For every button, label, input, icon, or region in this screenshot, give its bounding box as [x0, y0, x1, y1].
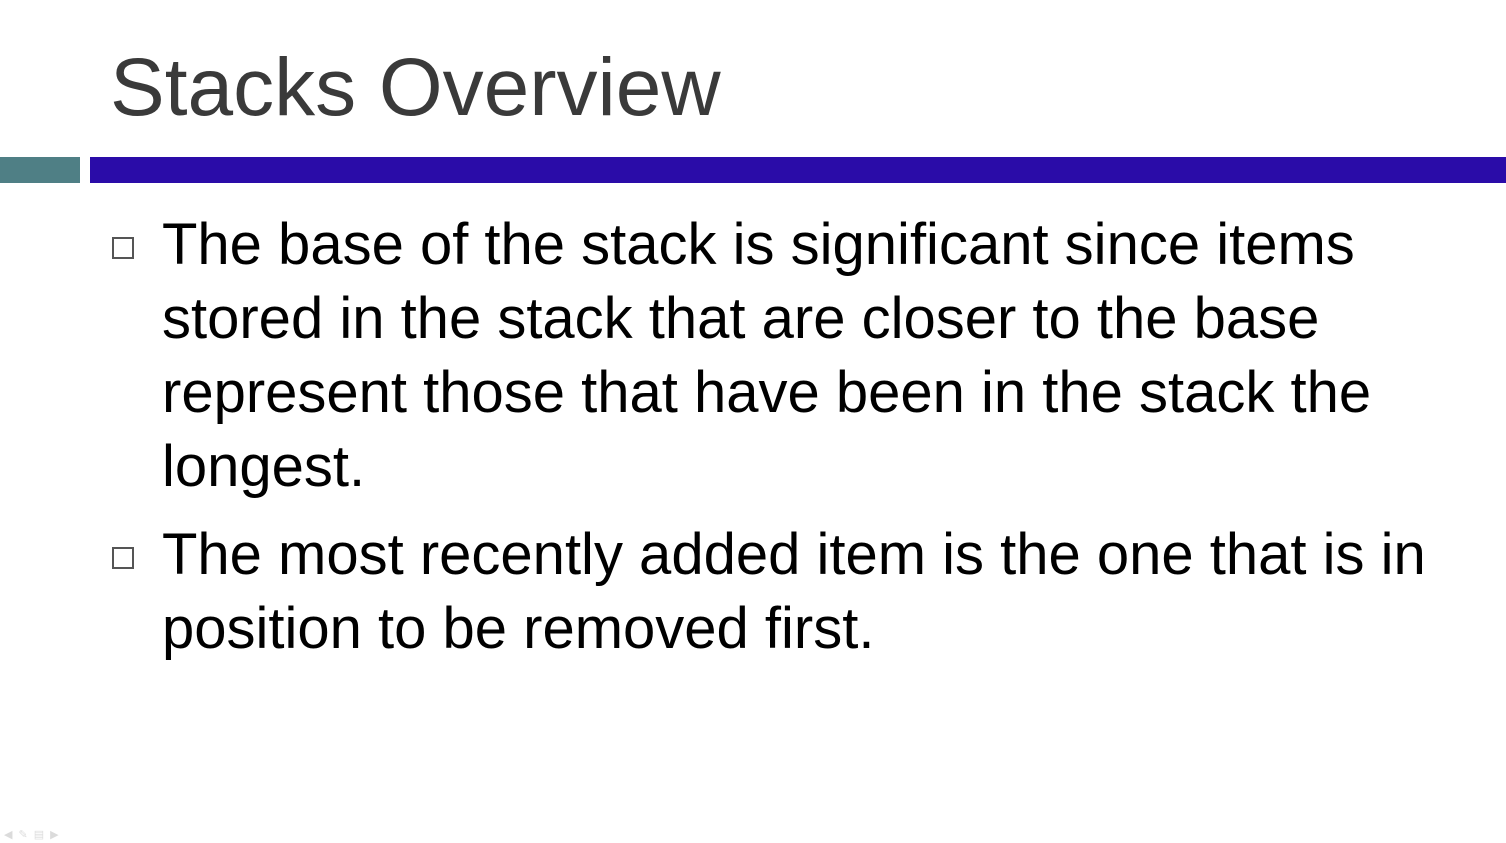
arrow-left-icon[interactable]: ◀	[4, 828, 12, 841]
list-item: The most recently added item is the one …	[110, 518, 1480, 666]
hollow-square-icon	[112, 237, 134, 259]
hollow-square-icon	[112, 547, 134, 569]
bullet-list: The base of the stack is significant sin…	[110, 208, 1480, 666]
title-divider-bar	[90, 157, 1506, 183]
bullet-text: The most recently added item is the one …	[162, 522, 1426, 661]
title-accent-bar	[0, 157, 80, 183]
bullet-text: The base of the stack is significant sin…	[162, 212, 1372, 499]
slideshow-nav: ◀ ✎ ▤ ▶	[4, 828, 59, 841]
pencil-icon[interactable]: ✎	[18, 828, 27, 841]
arrow-right-icon[interactable]: ▶	[50, 828, 58, 841]
slide: Stacks Overview The base of the stack is…	[0, 0, 1506, 843]
menu-icon[interactable]: ▤	[34, 828, 44, 841]
slide-title: Stacks Overview	[110, 42, 721, 133]
list-item: The base of the stack is significant sin…	[110, 208, 1480, 504]
